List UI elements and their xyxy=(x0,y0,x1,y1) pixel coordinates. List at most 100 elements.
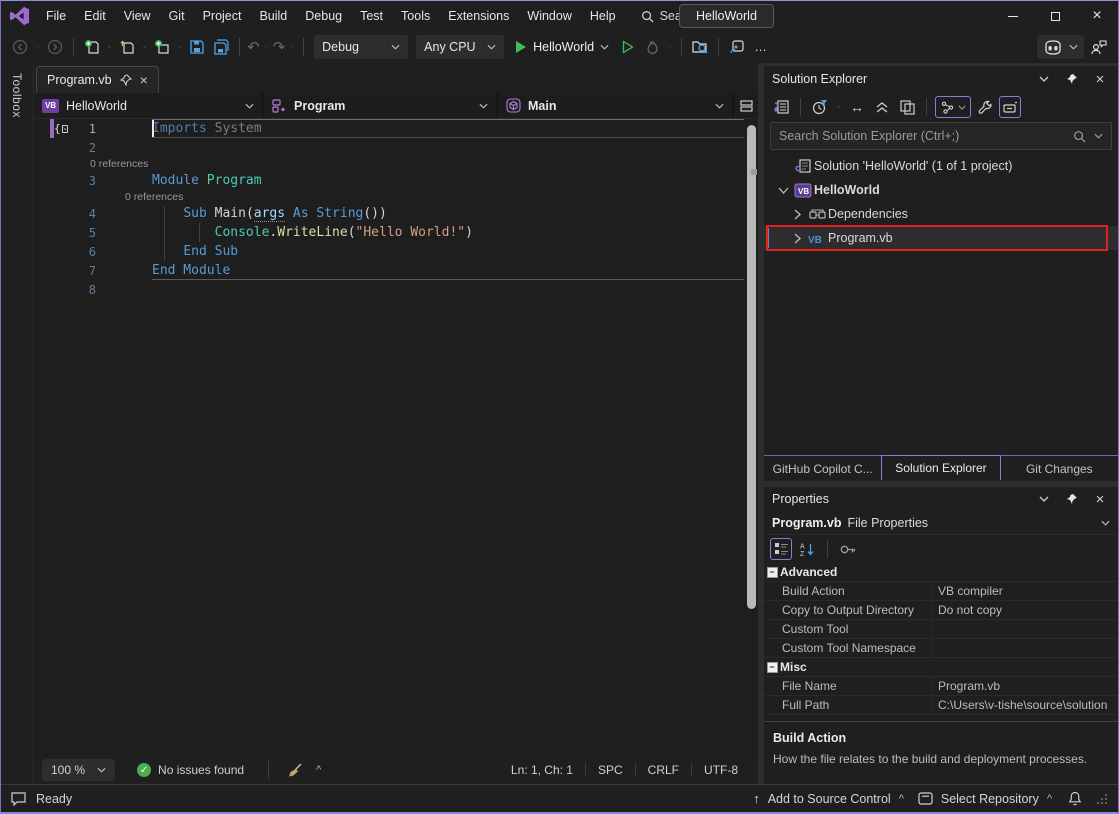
panel-tab-solution-explorer[interactable]: Solution Explorer xyxy=(881,455,1000,480)
split-window-button[interactable] xyxy=(734,93,758,118)
add-item-chevron-icon[interactable] xyxy=(175,44,184,50)
toolbar-overflow-button[interactable]: … xyxy=(750,35,772,59)
code-line-1[interactable]: {↘1Imports System xyxy=(34,119,758,138)
menu-item-window[interactable]: Window xyxy=(518,1,580,31)
properties-header[interactable]: Properties × xyxy=(764,487,1118,511)
spaces-indicator[interactable]: SPC xyxy=(585,763,635,777)
alphabetical-sort-button[interactable]: AZ xyxy=(796,538,818,560)
filter-chevron-icon[interactable] xyxy=(834,104,843,110)
property-row[interactable]: Custom Tool Namespace xyxy=(764,639,1118,658)
notifications-bell-icon[interactable] xyxy=(1068,791,1082,806)
code-line-7[interactable]: 7End Module xyxy=(34,261,758,280)
menu-item-view[interactable]: View xyxy=(115,1,160,31)
property-pages-button[interactable] xyxy=(837,538,859,560)
resize-grip-icon[interactable] xyxy=(1096,793,1108,805)
pending-changes-filter-button[interactable] xyxy=(809,96,831,118)
menu-item-build[interactable]: Build xyxy=(250,1,296,31)
nav-member-dropdown[interactable]: Main xyxy=(498,93,732,118)
start-without-debugging-button[interactable] xyxy=(617,35,639,59)
collapse-toggle[interactable]: − xyxy=(764,563,780,581)
code-line-6[interactable]: 6 End Sub xyxy=(34,242,758,261)
menu-item-project[interactable]: Project xyxy=(194,1,251,31)
close-button[interactable]: × xyxy=(1076,1,1118,31)
menu-item-git[interactable]: Git xyxy=(160,1,194,31)
line-ending-indicator[interactable]: CRLF xyxy=(635,763,691,777)
collapse-toggle[interactable]: − xyxy=(764,658,780,676)
live-share-button[interactable] xyxy=(726,35,748,59)
save-button[interactable] xyxy=(186,35,208,59)
codelens-references[interactable]: 0 references xyxy=(34,191,183,203)
codelens-references[interactable]: 0 references xyxy=(34,158,148,170)
sync-with-active-document-button[interactable]: ↔ xyxy=(846,96,868,118)
copilot-chevron-icon[interactable] xyxy=(1069,44,1078,50)
undo-chevron-icon[interactable] xyxy=(262,44,271,50)
back-history-chevron-icon[interactable] xyxy=(33,44,42,50)
tree-item-program-vb[interactable]: VBProgram.vb xyxy=(764,226,1118,250)
categorized-view-button[interactable] xyxy=(770,538,792,560)
source-control-chevron-icon[interactable]: ^ xyxy=(899,793,904,805)
menu-item-debug[interactable]: Debug xyxy=(296,1,351,31)
show-all-files-button[interactable] xyxy=(896,96,918,118)
feedback-icon[interactable] xyxy=(11,792,28,806)
solution-configuration-dropdown[interactable]: Debug xyxy=(314,35,408,59)
code-line-5[interactable]: 5 Console.WriteLine("Hello World!") xyxy=(34,223,758,242)
panel-tab-github-copilot-c-[interactable]: GitHub Copilot C... xyxy=(764,456,881,481)
property-value[interactable]: Program.vb xyxy=(932,679,1118,693)
pin-icon[interactable] xyxy=(1062,490,1082,508)
property-row[interactable]: File NameProgram.vb xyxy=(764,677,1118,696)
menu-item-help[interactable]: Help xyxy=(581,1,625,31)
pin-icon[interactable] xyxy=(1062,70,1082,88)
maximize-button[interactable] xyxy=(1034,1,1076,31)
tree-chevron-right-icon[interactable] xyxy=(788,233,806,244)
menu-item-extensions[interactable]: Extensions xyxy=(439,1,518,31)
code-cleanup-chevron-icon[interactable]: ^ xyxy=(316,764,321,776)
code-cleanup-button[interactable] xyxy=(284,758,306,782)
navigate-back-button[interactable] xyxy=(9,35,31,59)
save-all-button[interactable] xyxy=(210,35,232,59)
properties-tool-button[interactable] xyxy=(974,96,996,118)
copilot-button[interactable] xyxy=(1037,35,1084,59)
document-tab-programvb[interactable]: Program.vb × xyxy=(36,66,159,93)
issues-indicator[interactable]: ✓ No issues found xyxy=(137,763,244,777)
panel-chevron-icon[interactable] xyxy=(1034,490,1054,508)
solution-explorer-header[interactable]: Solution Explorer × xyxy=(764,66,1118,92)
pin-icon[interactable] xyxy=(120,74,132,86)
menu-item-tools[interactable]: Tools xyxy=(392,1,439,31)
minimize-button[interactable] xyxy=(992,1,1034,31)
start-debugging-button[interactable]: HelloWorld xyxy=(509,40,615,54)
code-line-8[interactable]: 8 xyxy=(34,280,758,299)
undo-icon[interactable]: ↶ xyxy=(247,38,260,56)
menu-item-file[interactable]: File xyxy=(37,1,75,31)
redo-chevron-icon[interactable] xyxy=(287,44,296,50)
add-item-button[interactable] xyxy=(151,35,173,59)
properties-object-dropdown[interactable]: Program.vb File Properties xyxy=(764,511,1118,535)
new-project-button[interactable] xyxy=(81,35,103,59)
code-line-3[interactable]: 3Module Program xyxy=(34,171,758,190)
code-line-4[interactable]: 4 Sub Main(args As String()) xyxy=(34,204,758,223)
navigate-forward-button[interactable] xyxy=(44,35,66,59)
tree-chevron-right-icon[interactable] xyxy=(788,209,806,220)
repository-chevron-icon[interactable]: ^ xyxy=(1047,793,1052,805)
toolbox-tab[interactable]: Toolbox xyxy=(10,73,24,118)
property-row[interactable]: Copy to Output DirectoryDo not copy xyxy=(764,601,1118,620)
search-options-chevron-icon[interactable] xyxy=(1094,133,1103,139)
open-file-chevron-icon[interactable] xyxy=(140,44,149,50)
property-value[interactable]: VB compiler xyxy=(932,584,1118,598)
select-repository-button[interactable]: Select Repository xyxy=(941,792,1039,806)
collapse-all-button[interactable] xyxy=(871,96,893,118)
file-nesting-button[interactable] xyxy=(935,96,971,118)
solution-platform-dropdown[interactable]: Any CPU xyxy=(416,35,504,59)
property-row[interactable]: Custom Tool xyxy=(764,620,1118,639)
add-to-source-control-button[interactable]: Add to Source Control xyxy=(768,792,891,806)
preview-selected-items-button[interactable] xyxy=(999,96,1021,118)
panel-chevron-icon[interactable] xyxy=(1034,70,1054,88)
hot-reload-chevron-icon[interactable] xyxy=(665,44,674,50)
line-col-indicator[interactable]: Ln: 1, Ch: 1 xyxy=(499,763,585,777)
menu-item-edit[interactable]: Edit xyxy=(75,1,115,31)
new-project-chevron-icon[interactable] xyxy=(105,44,114,50)
property-value[interactable]: Do not copy xyxy=(932,603,1118,617)
encoding-indicator[interactable]: UTF-8 xyxy=(691,763,750,777)
solution-explorer-search[interactable]: Search Solution Explorer (Ctrl+;) xyxy=(770,122,1112,150)
tree-item-solution-helloworld-1-of-1-project-[interactable]: Solution 'HelloWorld' (1 of 1 project) xyxy=(764,154,1118,178)
scrollbar-thumb[interactable] xyxy=(747,125,756,609)
